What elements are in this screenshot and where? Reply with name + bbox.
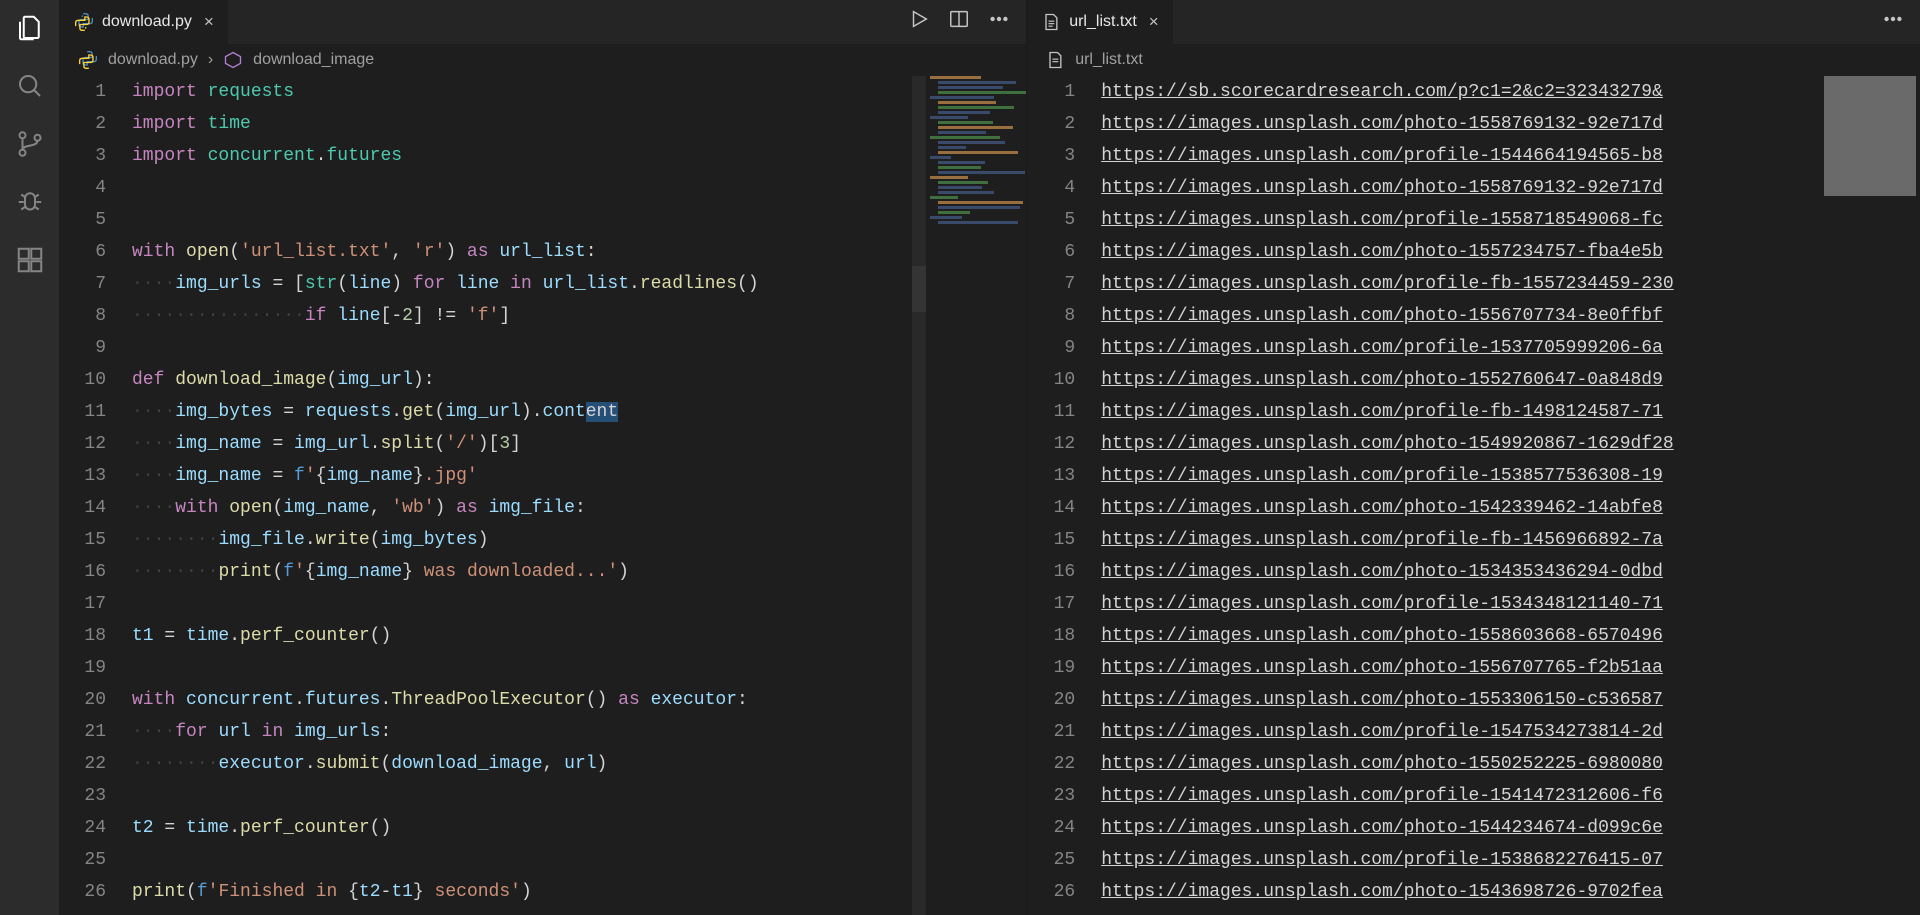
activity-extensions[interactable] (12, 242, 48, 278)
python-file-icon (74, 12, 94, 32)
scrollbar-marker (912, 266, 926, 312)
line-number-gutter: 1234567891011121314151617181920212223242… (1027, 76, 1099, 915)
tab-row-right: url_list.txt × (1027, 0, 1920, 44)
code-area-right[interactable]: 1234567891011121314151617181920212223242… (1027, 76, 1920, 915)
editor-groups: download.py × download.py › download_ima… (60, 0, 1920, 915)
extensions-icon (15, 245, 45, 275)
breadcrumb-right[interactable]: url_list.txt (1027, 44, 1920, 76)
tab-close-button[interactable]: × (204, 12, 214, 32)
activity-scm[interactable] (12, 126, 48, 162)
scrollbar-track[interactable] (912, 76, 926, 915)
tab-row-left: download.py × (60, 0, 1026, 44)
bug-icon (15, 187, 45, 217)
editor-group-left: download.py × download.py › download_ima… (60, 0, 1027, 915)
activity-explorer[interactable] (12, 10, 48, 46)
tab-actions-left (908, 0, 1026, 44)
activity-bar (0, 0, 60, 915)
code-area-left[interactable]: 1234567891011121314151617181920212223242… (60, 76, 1026, 915)
editor-group-right: url_list.txt × url_list.txt 123456789101… (1027, 0, 1920, 915)
python-file-icon (78, 50, 98, 70)
text-file-icon (1041, 12, 1061, 32)
run-button[interactable] (908, 8, 930, 36)
search-icon (15, 71, 45, 101)
url-lines[interactable]: https://sb.scorecardresearch.com/p?c1=2&… (1099, 76, 1920, 915)
tab-url-list[interactable]: url_list.txt × (1027, 0, 1174, 44)
chevron-right-icon: › (208, 51, 213, 69)
activity-debug[interactable] (12, 184, 48, 220)
tab-download-py[interactable]: download.py × (60, 0, 229, 44)
breadcrumb-symbol: download_image (253, 51, 374, 69)
more-actions-button[interactable] (1882, 8, 1904, 36)
tab-actions-right (1882, 0, 1920, 44)
code-lines[interactable]: import requestsimport timeimport concurr… (130, 76, 1026, 915)
tab-close-button[interactable]: × (1149, 12, 1159, 32)
tab-filename: url_list.txt (1069, 13, 1137, 31)
line-number-gutter: 1234567891011121314151617181920212223242… (60, 76, 130, 915)
tab-filename: download.py (102, 13, 192, 31)
breadcrumb-file: url_list.txt (1075, 51, 1143, 69)
branch-icon (15, 129, 45, 159)
split-editor-button[interactable] (948, 8, 970, 36)
files-icon (15, 13, 45, 43)
breadcrumb-left[interactable]: download.py › download_image (60, 44, 1026, 76)
text-file-icon (1045, 50, 1065, 70)
activity-search[interactable] (12, 68, 48, 104)
symbol-method-icon (223, 50, 243, 70)
breadcrumb-file: download.py (108, 51, 198, 69)
more-actions-button[interactable] (988, 8, 1010, 36)
